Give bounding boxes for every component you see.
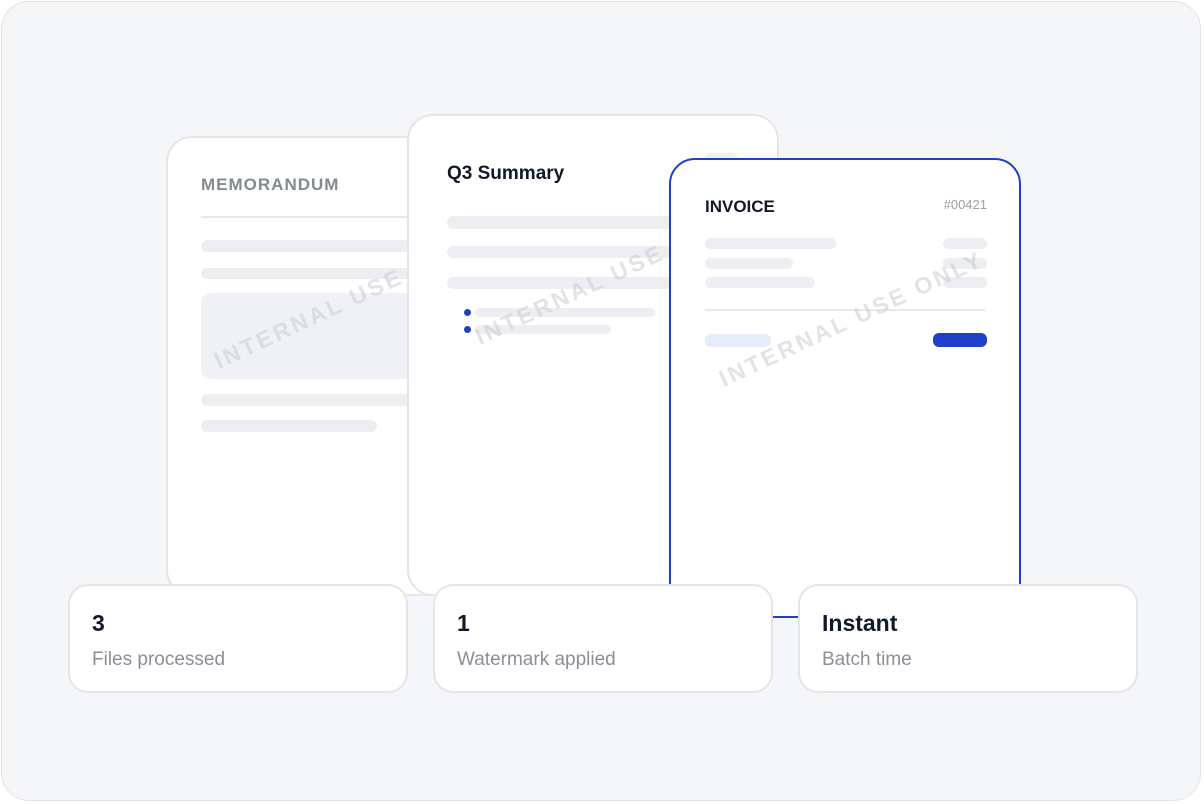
stat-value: 3 (92, 610, 105, 636)
memorandum-text-line (201, 420, 377, 432)
invoice-divider (705, 309, 985, 311)
summary-text-line (447, 216, 707, 229)
invoice-number: #00421 (943, 197, 987, 212)
stat-card-watermark-applied: 1 Watermark applied (433, 584, 773, 693)
watermark-preview-panel: MEMORANDUM INTERNAL USE Q3 Summary INTER… (1, 1, 1201, 801)
summary-title: Q3 Summary (447, 163, 565, 184)
memorandum-text-line (201, 394, 441, 406)
stat-label: Files processed (92, 649, 226, 670)
invoice-document[interactable]: INVOICE #00421 INTERNAL USE ONLY (669, 158, 1021, 618)
memorandum-text-line (201, 240, 441, 252)
invoice-line-amount (943, 238, 987, 249)
summary-bullet-line (475, 325, 611, 334)
stat-value: 1 (457, 610, 470, 636)
stat-value: Instant (822, 610, 898, 636)
stat-card-files-processed: 3 Files processed (68, 584, 408, 693)
memorandum-text-line (201, 268, 441, 279)
stat-label: Watermark applied (457, 649, 616, 670)
invoice-line-item (705, 238, 836, 249)
memorandum-divider (201, 216, 441, 218)
stat-card-batch-time: Instant Batch time (798, 584, 1138, 693)
summary-bullet-line (475, 308, 655, 317)
summary-text-line (447, 277, 707, 289)
invoice-title: INVOICE (705, 197, 775, 216)
invoice-total-amount (933, 333, 987, 347)
stat-label: Batch time (822, 649, 912, 670)
summary-text-line (447, 246, 707, 258)
invoice-line-amount (943, 277, 987, 288)
bullet-dot-icon (464, 309, 471, 316)
invoice-line-item (705, 258, 793, 269)
memorandum-title: MEMORANDUM (201, 175, 340, 194)
invoice-line-item (705, 277, 815, 288)
bullet-dot-icon (464, 326, 471, 333)
invoice-line-amount (943, 258, 987, 269)
memorandum-content-block (201, 293, 441, 379)
invoice-total-label (705, 334, 771, 347)
